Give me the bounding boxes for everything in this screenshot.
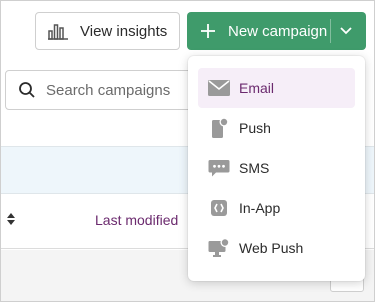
monitor-notification-icon <box>208 237 230 259</box>
split-divider <box>330 19 331 43</box>
menu-item-web-push[interactable]: Web Push <box>198 228 355 268</box>
search-box[interactable] <box>5 70 205 110</box>
view-insights-label: View insights <box>80 22 168 40</box>
in-app-icon <box>208 197 230 219</box>
new-campaign-button[interactable]: New campaign <box>187 12 366 50</box>
sort-icon[interactable] <box>7 213 15 225</box>
menu-item-sms[interactable]: SMS <box>198 148 355 188</box>
search-input[interactable] <box>46 81 196 99</box>
menu-item-label: In-App <box>239 200 281 216</box>
menu-item-in-app[interactable]: In-App <box>198 188 355 228</box>
menu-item-label: Email <box>239 80 275 96</box>
new-campaign-menu: Email Push SMS In-App Web Push <box>188 56 365 281</box>
menu-item-label: Web Push <box>239 240 304 256</box>
menu-item-email[interactable]: Email <box>198 68 355 108</box>
new-campaign-label: New campaign <box>228 22 328 40</box>
menu-item-push[interactable]: Push <box>198 108 355 148</box>
menu-item-label: SMS <box>239 160 270 176</box>
search-icon <box>19 82 35 98</box>
phone-notification-icon <box>208 117 230 139</box>
view-insights-button[interactable]: View insights <box>35 12 180 50</box>
last-modified-column-header[interactable]: Last modified <box>95 212 178 228</box>
plus-icon <box>201 24 215 38</box>
chevron-down-icon[interactable] <box>340 26 352 36</box>
bar-chart-icon <box>48 24 68 40</box>
envelope-icon <box>208 77 230 99</box>
chat-bubble-icon <box>208 157 230 179</box>
menu-item-label: Push <box>239 120 271 136</box>
